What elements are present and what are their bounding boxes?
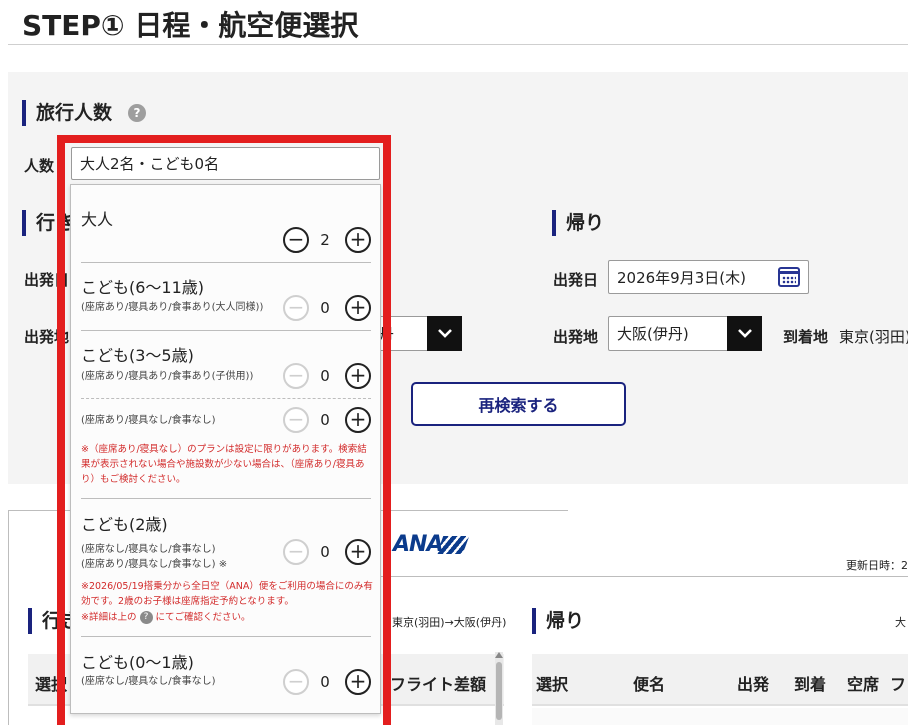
ana-logo: ANA [393,532,443,557]
return-place-label: 出発地 [553,328,599,346]
results-outbound-route: 東京(羽田)→大阪(伊丹) [392,616,507,629]
return-date-value: 2026年9月3日(木) [617,268,746,287]
return-place-value: 大阪(伊丹) [617,325,689,343]
results-return-heading: 帰り [532,608,584,634]
return-col-seats: 空席 [847,675,880,694]
return-heading: 帰り [552,210,604,236]
results-divider [380,576,908,577]
return-date-label: 出発日 [553,271,599,289]
return-arrive-value: 東京(羽田) [839,328,908,346]
updated-timestamp: 更新日時：2 [846,559,908,572]
outbound-col-flight-diff: フライト差額 [390,675,487,694]
results-return-route: 大 [895,616,906,629]
return-arrive-label: 到着地 [783,328,829,346]
highlight-frame [57,135,391,725]
outbound-place-dropdown-button[interactable] [427,316,462,351]
return-place-dropdown-button[interactable] [727,316,762,351]
research-button[interactable]: 再検索する [411,382,626,426]
return-col-depart: 出発 [737,675,770,694]
return-col-arrive: 到着 [794,675,827,694]
calendar-icon[interactable] [778,267,800,287]
return-col-more: フ [890,675,907,694]
return-table-body [532,708,908,725]
return-col-select: 選択 [536,675,569,694]
page-title: STEP① 日程・航空便選択 [22,9,359,42]
results-left-border [8,510,9,725]
chevron-down-icon [437,329,452,338]
return-col-flight: 便名 [633,675,666,694]
title-divider [8,44,908,45]
scroll-up-icon[interactable] [495,652,503,658]
chevron-down-icon [737,329,752,338]
outbound-scroll-thumb[interactable] [496,662,502,720]
help-icon[interactable]: ? [128,104,146,122]
ana-stripes-icon [436,536,470,554]
travelers-label: 人数 [24,157,55,175]
travelers-heading: 旅行人数 [22,100,112,126]
